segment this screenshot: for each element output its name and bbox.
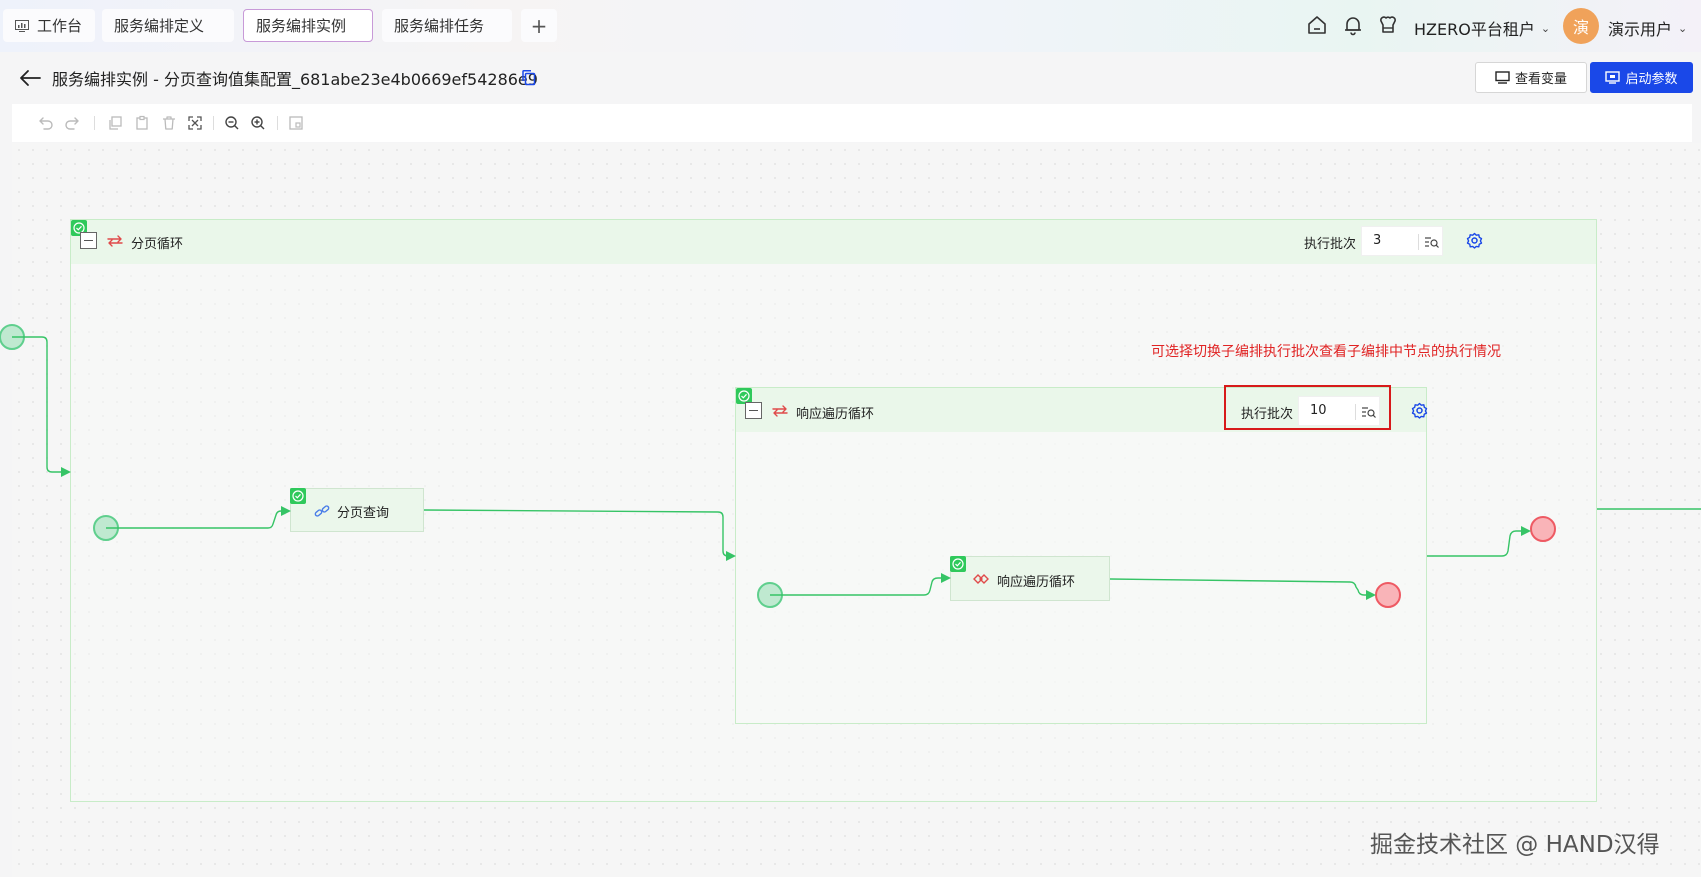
start-params-button[interactable]: 启动参数: [1590, 62, 1693, 93]
top-tab-bar: 工作台 服务编排定义 服务编排实例 服务编排任务 + HZERO平台租户 ⌄ 演…: [0, 0, 1701, 52]
redo-icon[interactable]: [64, 115, 80, 131]
edge: [1109, 578, 1376, 600]
copy-icon[interactable]: [521, 69, 537, 87]
tab-label: 服务编排实例: [256, 17, 347, 35]
chevron-down-icon: ⌄: [1678, 21, 1688, 35]
flow-canvas[interactable]: 分页循环 执行批次 3 响应遍历循环 执行批次 10 可选择切换子编排执行批次查…: [0, 143, 1701, 877]
bell-icon[interactable]: [1342, 14, 1364, 36]
tab-service-orchestration-instance[interactable]: 服务编排实例: [243, 9, 373, 42]
params-icon: [1605, 71, 1621, 84]
tenant-name: HZERO平台租户: [1414, 20, 1535, 39]
watermark-text: 掘金技术社区 @ HAND汉得: [1370, 832, 1660, 858]
chevron-down-icon: ⌄: [1540, 21, 1551, 35]
tab-service-orchestration-definition[interactable]: 服务编排定义: [102, 9, 234, 42]
toolbar-divider: [277, 116, 278, 130]
copy-node-icon[interactable]: [107, 115, 123, 131]
edge: [12, 336, 71, 477]
back-arrow-icon[interactable]: [18, 68, 42, 88]
minimap-icon[interactable]: [288, 115, 304, 131]
zoom-in-icon[interactable]: [250, 115, 266, 131]
tab-workbench[interactable]: 工作台: [3, 9, 95, 42]
tab-label: 服务编排定义: [114, 17, 205, 35]
add-tab-button[interactable]: +: [521, 9, 557, 42]
view-variables-label: 查看变量: [1514, 72, 1567, 87]
user-menu[interactable]: 演示用户 ⌄: [1608, 16, 1687, 40]
zoom-out-icon[interactable]: [224, 115, 240, 131]
delete-icon[interactable]: [161, 115, 177, 131]
undo-icon[interactable]: [38, 115, 54, 131]
tab-label: 服务编排任务: [394, 17, 485, 35]
view-variables-button[interactable]: 查看变量: [1475, 62, 1587, 93]
flow-edges: [12, 336, 1701, 600]
home-icon[interactable]: [1306, 14, 1328, 36]
fit-view-icon[interactable]: [187, 115, 203, 131]
monitor-icon: [1495, 71, 1510, 84]
dashboard-icon: [15, 19, 29, 32]
edge: [106, 506, 291, 529]
toolbar-divider: [94, 116, 95, 130]
page-title: 服务编排实例 - 分页查询值集配置_681abe23e4b0669ef54286…: [52, 70, 538, 89]
edge: [770, 573, 951, 596]
paste-icon[interactable]: [134, 115, 150, 131]
start-params-label: 启动参数: [1625, 72, 1678, 87]
canvas-toolbar: [12, 104, 1692, 142]
avatar[interactable]: 演: [1563, 8, 1599, 44]
tab-service-orchestration-task[interactable]: 服务编排任务: [382, 9, 512, 42]
edge: [1427, 526, 1531, 557]
apps-icon[interactable]: [1377, 14, 1399, 36]
user-name: 演示用户: [1608, 20, 1673, 39]
toolbar-divider: [213, 116, 214, 130]
tab-label: 工作台: [37, 17, 83, 35]
edge: [423, 509, 736, 561]
tenant-switcher[interactable]: HZERO平台租户 ⌄: [1414, 16, 1550, 40]
